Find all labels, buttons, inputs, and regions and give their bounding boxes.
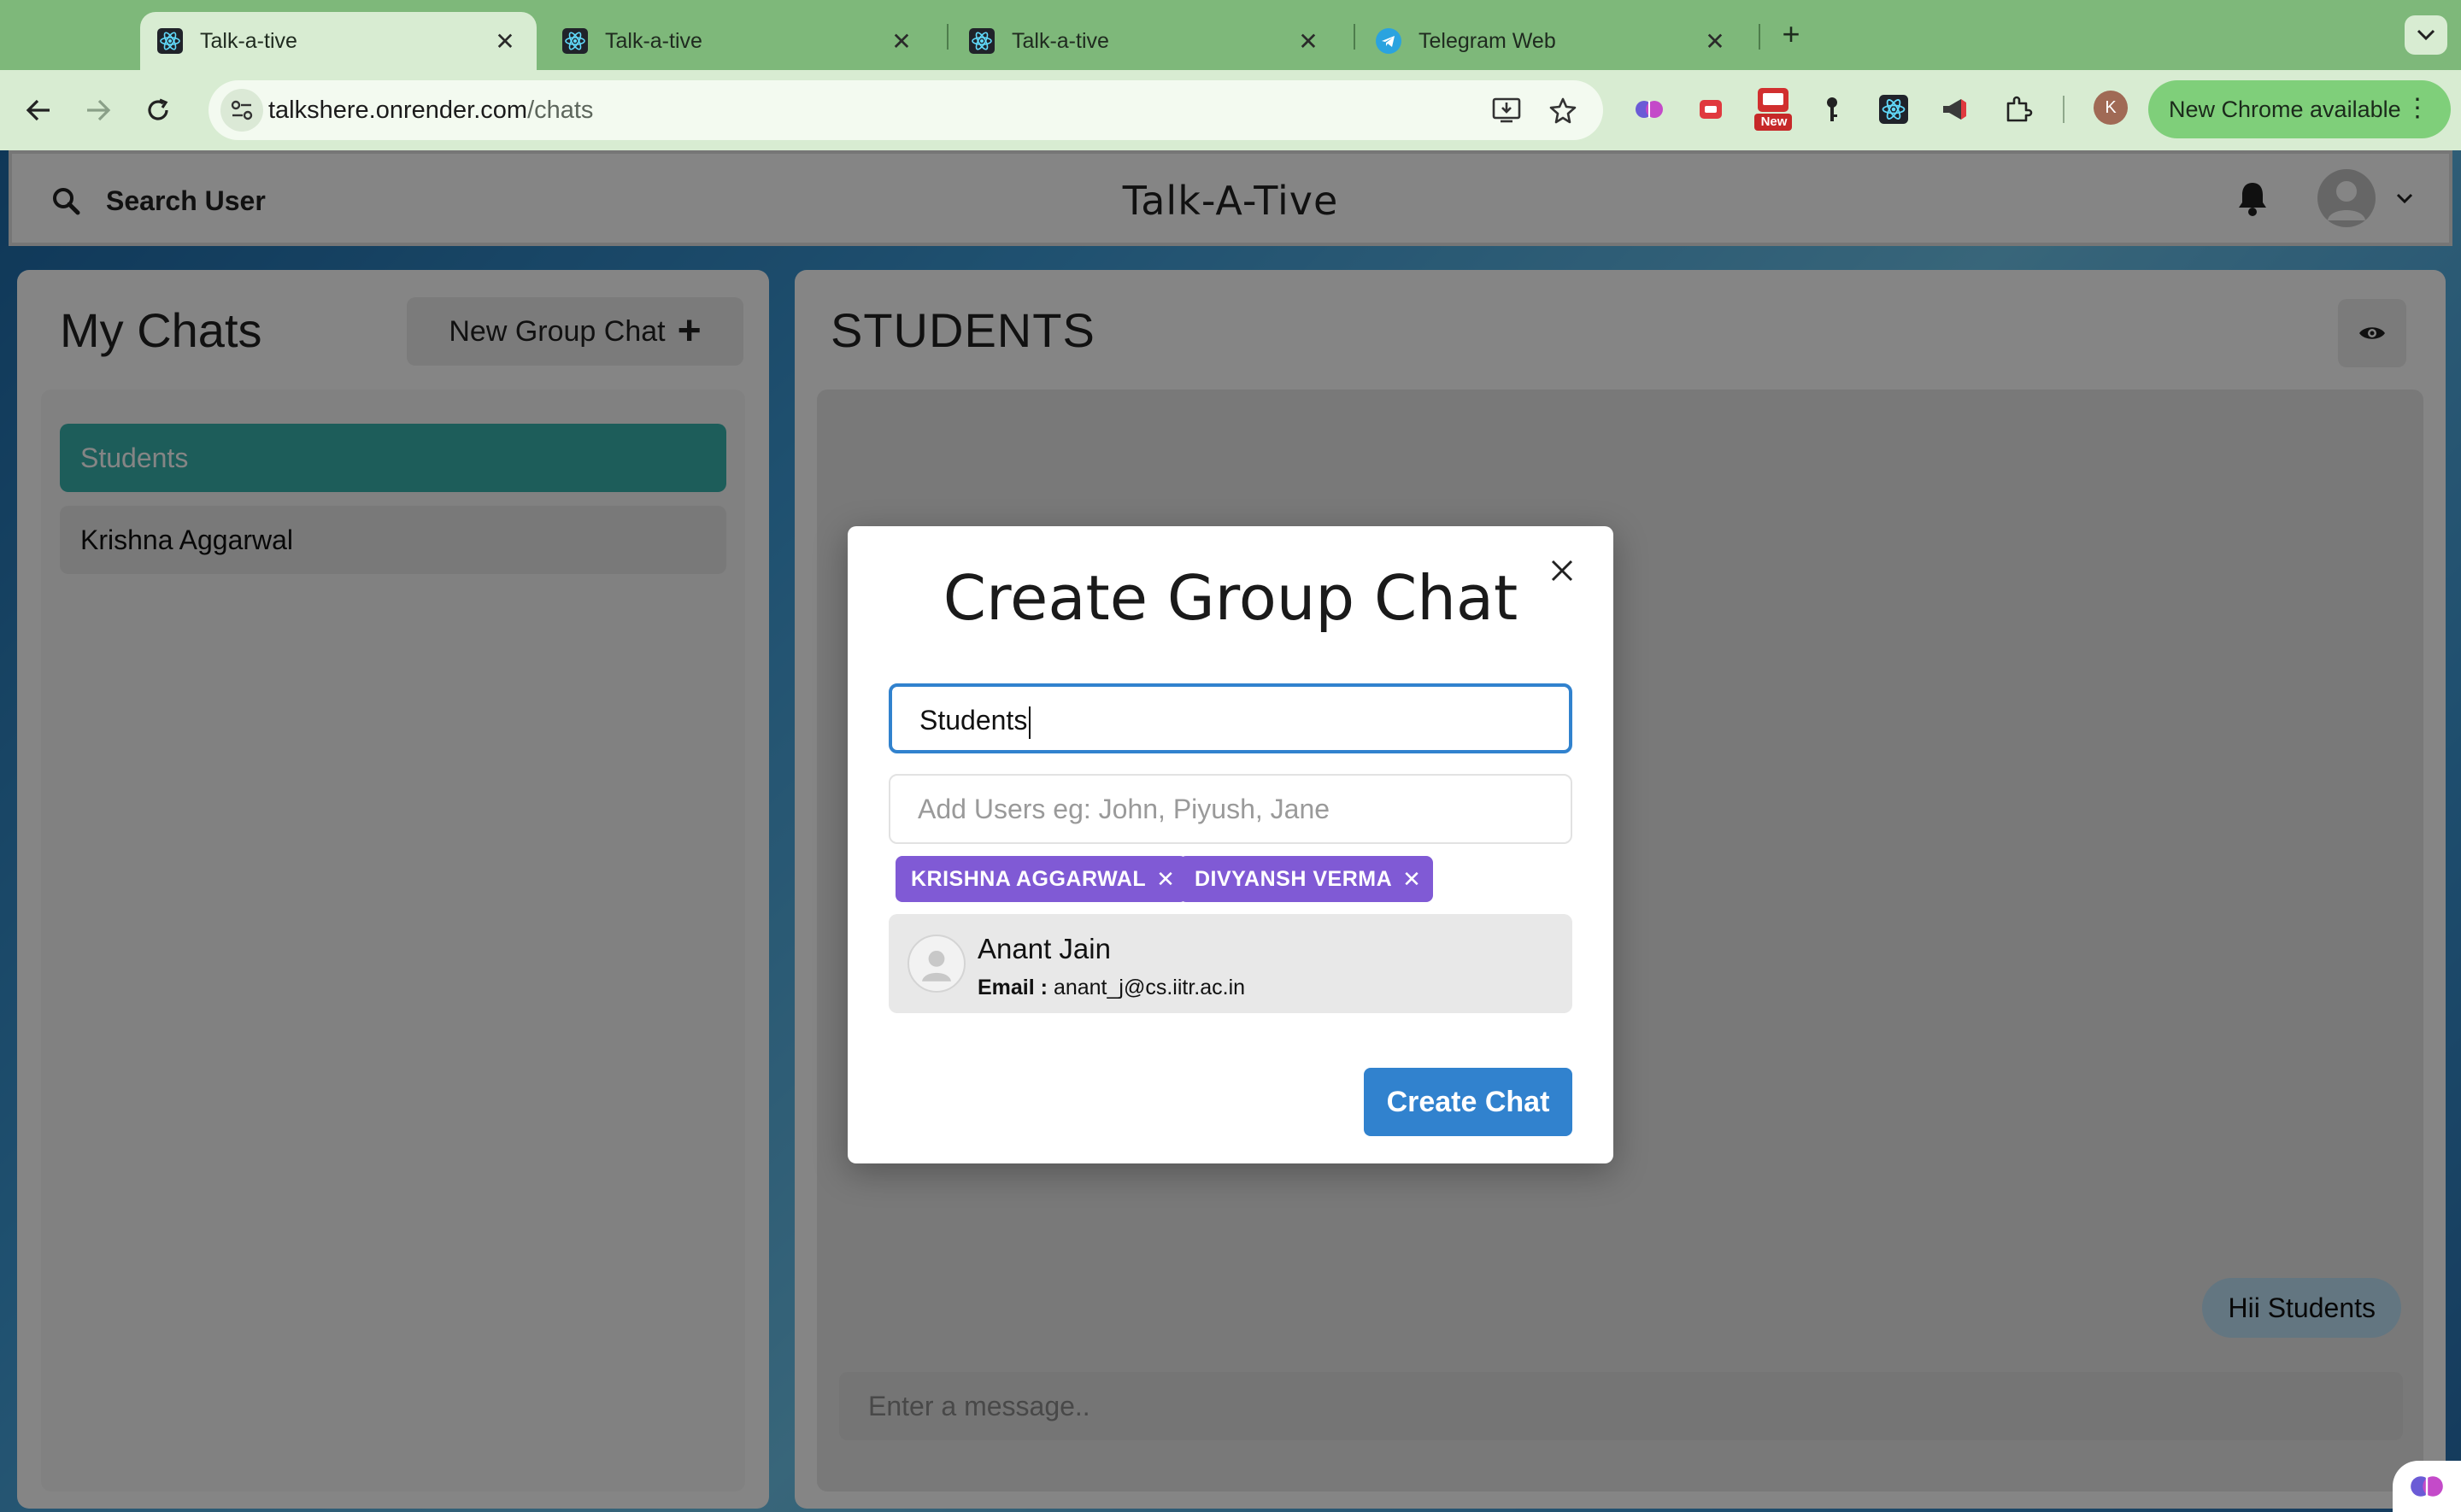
- browser-tab-4[interactable]: Telegram Web ✕: [1359, 12, 1747, 70]
- tab-title: Talk-a-tive: [200, 28, 297, 53]
- tab-close-icon[interactable]: ✕: [889, 27, 914, 56]
- update-label: New Chrome available: [2169, 96, 2401, 122]
- tab-close-icon[interactable]: ✕: [492, 27, 518, 56]
- user-email: Email : anant_j@cs.iitr.ac.in: [978, 976, 1245, 1000]
- react-devtools-icon[interactable]: [1875, 91, 1912, 128]
- react-icon: [157, 28, 183, 54]
- email-label: Email :: [978, 976, 1048, 999]
- url-path: /chats: [527, 97, 594, 124]
- tab-title: Telegram Web: [1418, 28, 1556, 53]
- toolbar-separator: [2063, 96, 2065, 123]
- chevron-down-icon: [2417, 29, 2435, 41]
- email-value: anant_j@cs.iitr.ac.in: [1053, 976, 1246, 999]
- selected-user-tag: DIVYANSH VERMA ✕: [1179, 856, 1434, 902]
- reload-button[interactable]: [137, 89, 179, 132]
- address-bar[interactable]: talkshere.onrender.com/chats: [209, 80, 1603, 140]
- new-extension-icon[interactable]: New: [1752, 85, 1794, 133]
- tab-separator: [1354, 24, 1355, 50]
- text-cursor: [1029, 706, 1031, 739]
- puzzle-extensions-icon[interactable]: [2000, 91, 2037, 128]
- remove-user-icon[interactable]: ✕: [1402, 866, 1421, 893]
- bookmark-star-icon[interactable]: [1543, 91, 1583, 130]
- new-tab-button[interactable]: +: [1774, 15, 1808, 53]
- user-search-result[interactable]: Anant Jain Email : anant_j@cs.iitr.ac.in: [889, 914, 1572, 1013]
- browser-toolbar: talkshere.onrender.com/chats: [0, 70, 2461, 150]
- modal-title: Create Group Chat: [943, 562, 1518, 634]
- browser-tab-1[interactable]: Talk-a-tive ✕: [140, 12, 537, 70]
- tab-separator: [1759, 24, 1760, 50]
- forward-arrow-icon: [87, 99, 111, 121]
- update-chrome-button[interactable]: New Chrome available ⋮: [2148, 80, 2451, 138]
- forward-button[interactable]: [77, 89, 120, 132]
- remove-user-icon[interactable]: ✕: [1156, 866, 1175, 893]
- chat-name-value: Students: [919, 705, 1028, 735]
- create-group-chat-modal: Create Group Chat Students Add Users eg:…: [848, 526, 1613, 1163]
- more-menu-icon[interactable]: ⋮: [2405, 94, 2430, 123]
- selected-user-name: DIVYANSH VERMA: [1195, 866, 1393, 891]
- brain-extension-floating-icon[interactable]: [2393, 1461, 2461, 1512]
- user-name: Anant Jain: [978, 933, 1111, 964]
- back-button[interactable]: [17, 89, 60, 132]
- browser-tab-2[interactable]: Talk-a-tive ✕: [545, 12, 933, 70]
- tab-separator: [947, 24, 949, 50]
- key-extension-icon[interactable]: [1813, 91, 1851, 128]
- chat-name-input[interactable]: Students: [889, 683, 1572, 753]
- back-arrow-icon: [26, 99, 50, 121]
- user-avatar: [907, 935, 966, 993]
- close-icon[interactable]: [1543, 552, 1581, 589]
- telegram-icon: [1376, 28, 1401, 54]
- browser-tab-strip: Talk-a-tive ✕ Talk-a-tive ✕ Talk-a-tive …: [0, 0, 2461, 70]
- react-icon: [562, 28, 588, 54]
- tab-search-button[interactable]: [2405, 15, 2447, 55]
- add-users-input[interactable]: Add Users eg: John, Piyush, Jane: [889, 774, 1572, 844]
- selected-user-name: KRISHNA AGGARWAL: [911, 866, 1147, 891]
- install-app-icon[interactable]: [1487, 91, 1526, 130]
- tab-title: Talk-a-tive: [1012, 28, 1109, 53]
- brain-extension-icon[interactable]: [1630, 91, 1668, 128]
- tab-title: Talk-a-tive: [605, 28, 702, 53]
- selected-user-tag: KRISHNA AGGARWAL ✕: [896, 856, 1188, 902]
- video-extension-icon[interactable]: [1692, 91, 1730, 128]
- url-host: talkshere.onrender.com: [268, 97, 528, 124]
- create-chat-button[interactable]: Create Chat: [1364, 1068, 1572, 1136]
- profile-avatar[interactable]: K: [2094, 91, 2128, 125]
- megaphone-extension-icon[interactable]: [1936, 91, 1974, 128]
- tab-close-icon[interactable]: ✕: [1702, 27, 1728, 56]
- browser-tab-3[interactable]: Talk-a-tive ✕: [952, 12, 1340, 70]
- site-settings-icon[interactable]: [220, 89, 263, 132]
- reload-icon: [148, 98, 168, 120]
- react-icon: [969, 28, 995, 54]
- tab-close-icon[interactable]: ✕: [1295, 27, 1321, 56]
- url-text[interactable]: talkshere.onrender.com/chats: [268, 80, 593, 140]
- new-badge: New: [1760, 114, 1788, 129]
